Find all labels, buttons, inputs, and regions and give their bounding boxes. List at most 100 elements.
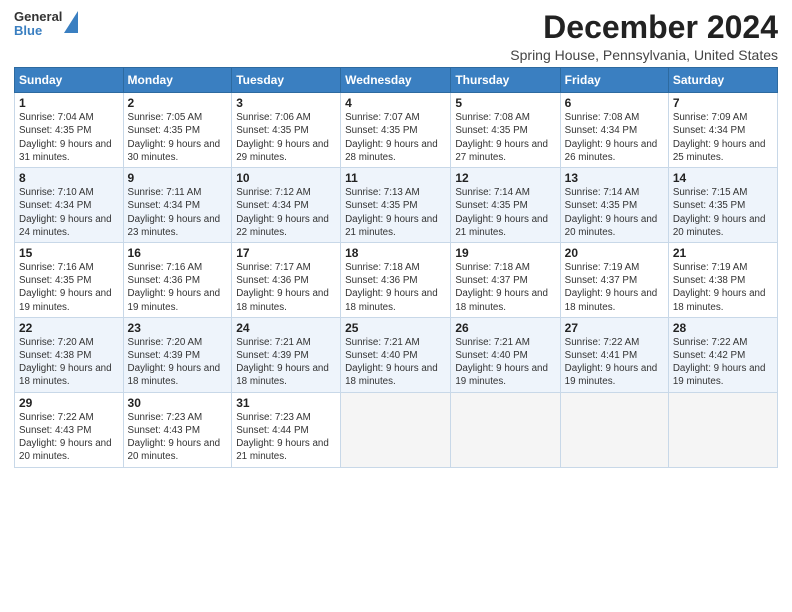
sunrise-text: Sunrise: 7:14 AM bbox=[565, 187, 640, 198]
table-row bbox=[560, 392, 668, 467]
daylight-text: Daylight: 9 hours and 23 minutes. bbox=[128, 214, 221, 238]
table-row: 23 Sunrise: 7:20 AM Sunset: 4:39 PM Dayl… bbox=[123, 317, 232, 392]
table-row: 21 Sunrise: 7:19 AM Sunset: 4:38 PM Dayl… bbox=[668, 242, 777, 317]
sunset-text: Sunset: 4:39 PM bbox=[128, 350, 200, 361]
table-row: 26 Sunrise: 7:21 AM Sunset: 4:40 PM Dayl… bbox=[451, 317, 560, 392]
sunset-text: Sunset: 4:40 PM bbox=[455, 350, 527, 361]
sunset-text: Sunset: 4:41 PM bbox=[565, 350, 637, 361]
day-number: 13 bbox=[565, 171, 664, 185]
daylight-text: Daylight: 9 hours and 19 minutes. bbox=[455, 363, 548, 387]
daylight-text: Daylight: 9 hours and 19 minutes. bbox=[128, 288, 221, 312]
day-number: 8 bbox=[19, 171, 119, 185]
daylight-text: Daylight: 9 hours and 20 minutes. bbox=[673, 214, 766, 238]
sunset-text: Sunset: 4:38 PM bbox=[19, 350, 91, 361]
day-info: Sunrise: 7:04 AM Sunset: 4:35 PM Dayligh… bbox=[19, 111, 119, 164]
sunset-text: Sunset: 4:38 PM bbox=[673, 275, 745, 286]
sunset-text: Sunset: 4:34 PM bbox=[128, 200, 200, 211]
sunset-text: Sunset: 4:40 PM bbox=[345, 350, 417, 361]
sunrise-text: Sunrise: 7:13 AM bbox=[345, 187, 420, 198]
daylight-text: Daylight: 9 hours and 29 minutes. bbox=[236, 139, 329, 163]
sunrise-text: Sunrise: 7:18 AM bbox=[455, 262, 530, 273]
sunset-text: Sunset: 4:35 PM bbox=[345, 200, 417, 211]
day-number: 22 bbox=[19, 321, 119, 335]
day-number: 3 bbox=[236, 96, 336, 110]
sunset-text: Sunset: 4:43 PM bbox=[19, 425, 91, 436]
sunrise-text: Sunrise: 7:09 AM bbox=[673, 112, 748, 123]
day-info: Sunrise: 7:14 AM Sunset: 4:35 PM Dayligh… bbox=[565, 186, 664, 239]
day-info: Sunrise: 7:08 AM Sunset: 4:34 PM Dayligh… bbox=[565, 111, 664, 164]
day-info: Sunrise: 7:22 AM Sunset: 4:42 PM Dayligh… bbox=[673, 336, 773, 389]
daylight-text: Daylight: 9 hours and 18 minutes. bbox=[236, 288, 329, 312]
sunrise-text: Sunrise: 7:18 AM bbox=[345, 262, 420, 273]
sunset-text: Sunset: 4:36 PM bbox=[128, 275, 200, 286]
daylight-text: Daylight: 9 hours and 22 minutes. bbox=[236, 214, 329, 238]
header: General Blue December 2024 Spring House,… bbox=[14, 10, 778, 63]
table-row: 3 Sunrise: 7:06 AM Sunset: 4:35 PM Dayli… bbox=[232, 93, 341, 168]
day-number: 29 bbox=[19, 396, 119, 410]
day-info: Sunrise: 7:20 AM Sunset: 4:39 PM Dayligh… bbox=[128, 336, 228, 389]
day-number: 21 bbox=[673, 246, 773, 260]
sunrise-text: Sunrise: 7:14 AM bbox=[455, 187, 530, 198]
day-info: Sunrise: 7:15 AM Sunset: 4:35 PM Dayligh… bbox=[673, 186, 773, 239]
day-number: 15 bbox=[19, 246, 119, 260]
sunset-text: Sunset: 4:35 PM bbox=[19, 275, 91, 286]
day-number: 24 bbox=[236, 321, 336, 335]
col-saturday: Saturday bbox=[668, 68, 777, 93]
table-row: 1 Sunrise: 7:04 AM Sunset: 4:35 PM Dayli… bbox=[15, 93, 124, 168]
sunrise-text: Sunrise: 7:06 AM bbox=[236, 112, 311, 123]
day-number: 19 bbox=[455, 246, 555, 260]
calendar-week-row: 29 Sunrise: 7:22 AM Sunset: 4:43 PM Dayl… bbox=[15, 392, 778, 467]
daylight-text: Daylight: 9 hours and 20 minutes. bbox=[19, 438, 112, 462]
table-row: 22 Sunrise: 7:20 AM Sunset: 4:38 PM Dayl… bbox=[15, 317, 124, 392]
daylight-text: Daylight: 9 hours and 19 minutes. bbox=[19, 288, 112, 312]
daylight-text: Daylight: 9 hours and 18 minutes. bbox=[455, 288, 548, 312]
sunset-text: Sunset: 4:35 PM bbox=[345, 125, 417, 136]
table-row: 8 Sunrise: 7:10 AM Sunset: 4:34 PM Dayli… bbox=[15, 168, 124, 243]
day-number: 17 bbox=[236, 246, 336, 260]
sunset-text: Sunset: 4:37 PM bbox=[565, 275, 637, 286]
sunset-text: Sunset: 4:36 PM bbox=[345, 275, 417, 286]
sunrise-text: Sunrise: 7:16 AM bbox=[128, 262, 203, 273]
day-number: 11 bbox=[345, 171, 446, 185]
sunrise-text: Sunrise: 7:23 AM bbox=[236, 412, 311, 423]
day-info: Sunrise: 7:07 AM Sunset: 4:35 PM Dayligh… bbox=[345, 111, 446, 164]
day-info: Sunrise: 7:16 AM Sunset: 4:35 PM Dayligh… bbox=[19, 261, 119, 314]
day-number: 31 bbox=[236, 396, 336, 410]
day-number: 30 bbox=[128, 396, 228, 410]
daylight-text: Daylight: 9 hours and 21 minutes. bbox=[455, 214, 548, 238]
daylight-text: Daylight: 9 hours and 19 minutes. bbox=[673, 363, 766, 387]
table-row: 6 Sunrise: 7:08 AM Sunset: 4:34 PM Dayli… bbox=[560, 93, 668, 168]
col-sunday: Sunday bbox=[15, 68, 124, 93]
sunset-text: Sunset: 4:42 PM bbox=[673, 350, 745, 361]
calendar-week-row: 15 Sunrise: 7:16 AM Sunset: 4:35 PM Dayl… bbox=[15, 242, 778, 317]
sunset-text: Sunset: 4:35 PM bbox=[565, 200, 637, 211]
sunrise-text: Sunrise: 7:10 AM bbox=[19, 187, 94, 198]
logo-text: General Blue bbox=[14, 10, 62, 39]
table-row bbox=[451, 392, 560, 467]
sunrise-text: Sunrise: 7:22 AM bbox=[19, 412, 94, 423]
table-row: 19 Sunrise: 7:18 AM Sunset: 4:37 PM Dayl… bbox=[451, 242, 560, 317]
day-info: Sunrise: 7:16 AM Sunset: 4:36 PM Dayligh… bbox=[128, 261, 228, 314]
table-row: 2 Sunrise: 7:05 AM Sunset: 4:35 PM Dayli… bbox=[123, 93, 232, 168]
table-row: 5 Sunrise: 7:08 AM Sunset: 4:35 PM Dayli… bbox=[451, 93, 560, 168]
day-info: Sunrise: 7:09 AM Sunset: 4:34 PM Dayligh… bbox=[673, 111, 773, 164]
day-number: 14 bbox=[673, 171, 773, 185]
day-number: 5 bbox=[455, 96, 555, 110]
sunrise-text: Sunrise: 7:21 AM bbox=[236, 337, 311, 348]
col-monday: Monday bbox=[123, 68, 232, 93]
sunrise-text: Sunrise: 7:15 AM bbox=[673, 187, 748, 198]
table-row: 12 Sunrise: 7:14 AM Sunset: 4:35 PM Dayl… bbox=[451, 168, 560, 243]
day-number: 10 bbox=[236, 171, 336, 185]
sunrise-text: Sunrise: 7:19 AM bbox=[673, 262, 748, 273]
sunrise-text: Sunrise: 7:11 AM bbox=[128, 187, 202, 198]
day-number: 12 bbox=[455, 171, 555, 185]
sunset-text: Sunset: 4:34 PM bbox=[565, 125, 637, 136]
day-info: Sunrise: 7:10 AM Sunset: 4:34 PM Dayligh… bbox=[19, 186, 119, 239]
day-number: 16 bbox=[128, 246, 228, 260]
sunset-text: Sunset: 4:35 PM bbox=[128, 125, 200, 136]
day-number: 7 bbox=[673, 96, 773, 110]
sunrise-text: Sunrise: 7:22 AM bbox=[673, 337, 748, 348]
table-row: 24 Sunrise: 7:21 AM Sunset: 4:39 PM Dayl… bbox=[232, 317, 341, 392]
table-row: 28 Sunrise: 7:22 AM Sunset: 4:42 PM Dayl… bbox=[668, 317, 777, 392]
calendar-table: Sunday Monday Tuesday Wednesday Thursday… bbox=[14, 67, 778, 467]
